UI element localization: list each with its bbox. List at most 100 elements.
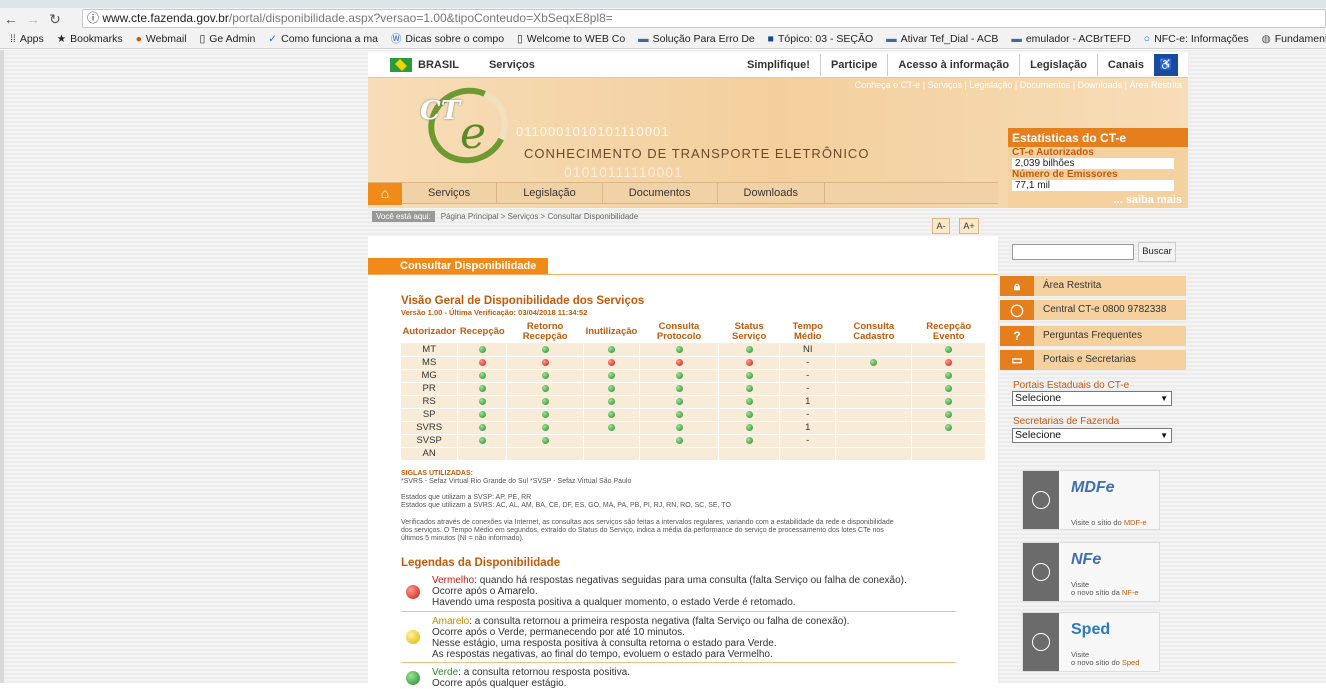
breadcrumb-path[interactable]: Página Principal > Serviços > Consultar … xyxy=(441,212,638,221)
portais-select[interactable]: Selecione ▼ xyxy=(1012,391,1172,406)
stats-panel: Estatísticas do CT-e CT-e Autorizados 2,… xyxy=(1008,128,1188,208)
bookmark-dicas[interactable]: Ⓦ Dicas sobre o compo xyxy=(391,30,504,48)
page-icon: ▯ xyxy=(199,33,206,45)
status-cell xyxy=(911,355,986,370)
bookmark-bookmarks[interactable]: ★ Bookmarks xyxy=(57,30,123,48)
value-cell xyxy=(835,368,913,383)
overview-subtitle: Versão 1.00 - Última Verificação: 03/04/… xyxy=(401,308,588,317)
bookmark-welcome[interactable]: ▯ Welcome to WEB Co xyxy=(517,30,625,48)
bookmark-ge-admin[interactable]: ▯ Ge Admin xyxy=(199,30,255,48)
breadcrumb-label: Você está aqui: xyxy=(372,211,435,222)
gov-canais-link[interactable]: Canais xyxy=(1098,59,1154,71)
table-header: Consulta Cadastro xyxy=(835,321,912,344)
bookmark-ativar[interactable]: ▬ Ativar Tef_Dial - ACB xyxy=(886,30,998,48)
status-cell xyxy=(638,342,720,357)
bookmark-nfce[interactable]: ○ NFC-e: Informações xyxy=(1144,30,1249,48)
bookmark-webmail[interactable]: ● Webmail xyxy=(136,30,187,48)
bookmark-fundament[interactable]: ◍ Fundament xyxy=(1262,30,1326,48)
table-row: AN xyxy=(399,446,986,461)
status-cell xyxy=(718,407,781,422)
menu-servicos[interactable]: Serviços xyxy=(402,183,498,203)
mdfe-banner[interactable]: MDFe Visite o sítio do MDF-e xyxy=(1022,470,1160,530)
status-cell xyxy=(835,355,913,370)
gov-servicos-link[interactable]: Serviços xyxy=(489,59,535,71)
green-status-icon xyxy=(745,436,753,444)
font-increase-button[interactable]: A+ xyxy=(959,218,979,234)
bookmark-apps[interactable]: ⁞⁞ Apps xyxy=(10,30,44,48)
status-cell xyxy=(718,394,781,409)
info-icon[interactable]: ⓘ xyxy=(87,11,102,25)
sped-banner[interactable]: Sped Visite o novo sítio do Sped xyxy=(1022,612,1160,672)
status-cell xyxy=(911,381,986,396)
green-status-icon xyxy=(745,397,753,405)
yellow-dot-icon xyxy=(406,630,420,644)
divider xyxy=(401,611,956,612)
status-cell xyxy=(457,420,508,435)
table-header: Recepção xyxy=(457,321,507,344)
search-button[interactable]: Buscar xyxy=(1138,242,1176,262)
header-binary-2: 01010111110001 xyxy=(564,164,683,180)
phone-icon: ◯ xyxy=(1000,300,1034,320)
sidebar-item-central[interactable]: ◯ Central CT-e 0800 9782338 xyxy=(1000,300,1186,320)
value-cell xyxy=(835,381,913,396)
url-host: www.cte.fazenda.gov.br xyxy=(102,11,229,25)
status-cell xyxy=(506,433,585,448)
bookmark-emulador[interactable]: ▬ emulador - ACBrTEFD xyxy=(1011,30,1131,48)
address-bar[interactable]: ⓘ www.cte.fazenda.gov.br/portal/disponib… xyxy=(82,9,1326,28)
sidebar-item-perguntas[interactable]: ? Perguntas Frequentes xyxy=(1000,326,1186,346)
reload-icon[interactable]: ↻ xyxy=(44,11,66,28)
gov-legislacao-link[interactable]: Legislação xyxy=(1020,59,1097,71)
green-status-icon xyxy=(675,371,683,379)
sidebar-item-portais[interactable]: ▭ Portais e Secretarias xyxy=(1000,350,1186,370)
table-header: Inutilização xyxy=(583,321,640,344)
status-cell xyxy=(457,368,508,383)
home-icon[interactable]: ⌂ xyxy=(368,183,402,205)
accessibility-icon[interactable]: ♿ xyxy=(1154,53,1178,76)
estados-svrs: Estados que utilizam a SVRS: AC, AL, AM,… xyxy=(401,502,731,509)
menu-legislacao[interactable]: Legislação xyxy=(497,183,603,203)
gov-brasil-link[interactable]: BRASIL xyxy=(418,59,459,71)
back-icon[interactable]: ← xyxy=(0,11,22,27)
saiba-mais-link[interactable]: ... saiba mais xyxy=(1008,191,1188,209)
table-row: SVRS 1 xyxy=(399,420,986,435)
bookmark-topico[interactable]: ■ Tópico: 03 - SEÇÃO xyxy=(768,30,873,48)
green-status-icon xyxy=(541,436,549,444)
forward-icon[interactable]: → xyxy=(22,11,44,27)
top-links[interactable]: Conheça o CT-e | Serviços | Legislação |… xyxy=(855,80,1182,90)
bookmark-solucao[interactable]: ▬ Solução Para Erro De xyxy=(638,30,755,48)
autorizador-cell: PR xyxy=(399,381,459,396)
gov-simplifique-link[interactable]: Simplifique! xyxy=(737,59,820,71)
green-status-icon xyxy=(478,397,486,405)
green-status-icon xyxy=(675,345,683,353)
table-row: SVSP - xyxy=(399,433,986,448)
divider xyxy=(401,662,956,663)
estados-svsp: Estados que utilizam a SVSP: AP, PE, RR xyxy=(401,494,532,501)
menu-documentos[interactable]: Documentos xyxy=(603,183,718,203)
gov-acesso-link[interactable]: Acesso à informação xyxy=(888,59,1019,71)
autorizador-cell: MG xyxy=(399,368,459,383)
green-status-icon xyxy=(478,371,486,379)
nfe-banner[interactable]: NFe Visite o novo sítio da NF-e xyxy=(1022,542,1160,602)
table-header: Consulta Protocolo xyxy=(639,321,719,344)
table-header: Status Serviço xyxy=(718,321,780,344)
sidebar: Buscar 🔒︎ Área Restrita ◯ Central CT-e 080… xyxy=(1000,236,1186,683)
sidebar-item-area-restrita[interactable]: 🔒︎ Área Restrita xyxy=(1000,276,1186,296)
search-input[interactable] xyxy=(1012,244,1134,260)
green-status-icon xyxy=(478,410,486,418)
bookmark-como-funciona[interactable]: ✓ Como funciona a ma xyxy=(268,30,378,48)
value-cell xyxy=(835,407,913,422)
menu-downloads[interactable]: Downloads xyxy=(718,183,825,203)
secretarias-select[interactable]: Selecione ▼ xyxy=(1012,428,1172,443)
stats-cte-value: 2,039 bilhões xyxy=(1012,158,1174,169)
green-status-icon xyxy=(541,384,549,392)
overview-title: Visão Geral de Disponibilidade dos Servi… xyxy=(401,295,645,307)
font-decrease-button[interactable]: A- xyxy=(932,218,950,234)
gov-participe-link[interactable]: Participe xyxy=(821,59,887,71)
status-cell xyxy=(911,368,986,383)
green-status-icon xyxy=(541,371,549,379)
status-cell xyxy=(638,355,720,370)
value-cell xyxy=(835,420,913,435)
status-cell xyxy=(583,407,640,422)
status-cell xyxy=(638,407,720,422)
autorizador-cell: MT xyxy=(399,342,459,357)
